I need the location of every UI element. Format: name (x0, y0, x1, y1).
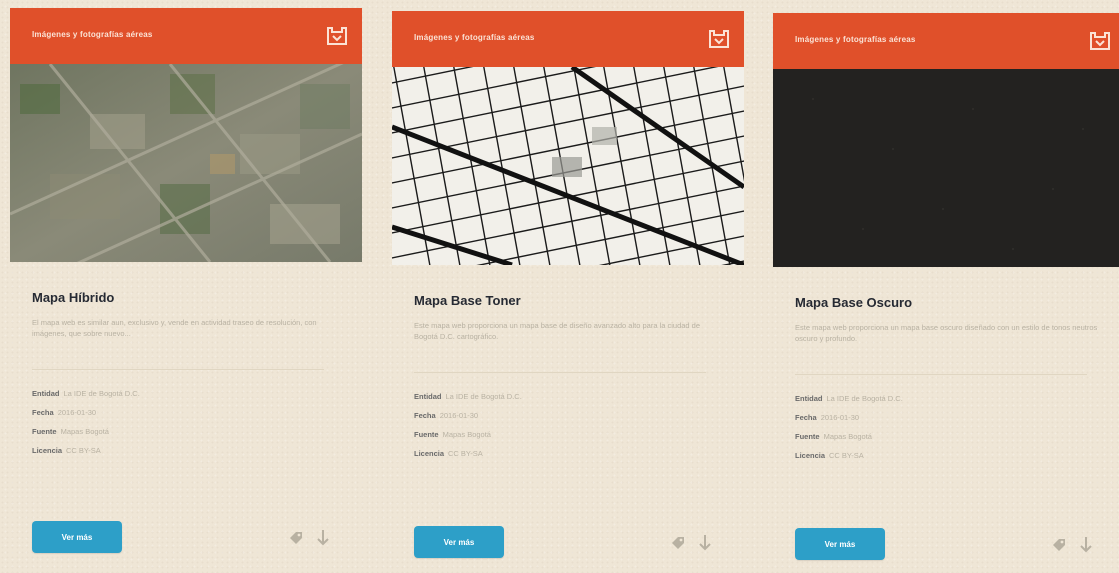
tag-icon[interactable] (288, 530, 304, 546)
view-more-button[interactable]: Ver más (414, 526, 504, 558)
meta-licencia: Licencia CC BY-SA (795, 451, 864, 460)
tag-icon[interactable] (670, 535, 686, 551)
meta-entidad: Entidad La IDE de Bogotá D.C. (414, 392, 522, 401)
card-title[interactable]: Mapa Base Oscuro (795, 295, 1103, 310)
card-description: Este mapa web proporciona un mapa base o… (795, 323, 1098, 343)
map-card: Imágenes y fotografías aéreas (392, 11, 744, 558)
meta-fuente: Fuente Mapas Bogotá (795, 432, 872, 441)
meta-fecha: Fecha 2016-01-30 (32, 408, 97, 417)
card-actions (670, 534, 712, 552)
map-thumbnail-satellite[interactable] (10, 64, 362, 262)
card-title[interactable]: Mapa Híbrido (32, 290, 340, 305)
meta-fecha: Fecha 2016-01-30 (414, 411, 479, 420)
map-card: Imágenes y fotografías aéreas Mapa Base … (773, 13, 1119, 560)
tag-icon[interactable] (1051, 537, 1067, 553)
download-icon[interactable] (1079, 536, 1093, 554)
meta-entidad: Entidad La IDE de Bogotá D.C. (795, 394, 903, 403)
category-link[interactable]: Imágenes y fotografías aéreas (414, 33, 535, 42)
logo-icon (1090, 32, 1110, 50)
category-link[interactable]: Imágenes y fotografías aéreas (32, 30, 153, 39)
divider (795, 374, 1087, 375)
meta-fecha: Fecha 2016-01-30 (795, 413, 860, 422)
logo-icon (327, 27, 347, 45)
card-metadata: Entidad La IDE de Bogotá D.C. Fecha 2016-0… (32, 384, 340, 460)
card-actions (1051, 536, 1093, 554)
map-thumbnail-dark[interactable] (773, 69, 1119, 267)
card-description: Este mapa web proporciona un mapa base d… (414, 321, 701, 341)
view-more-button[interactable]: Ver más (795, 528, 885, 560)
meta-fuente: Fuente Mapas Bogotá (414, 430, 491, 439)
meta-licencia: Licencia CC BY-SA (414, 449, 483, 458)
map-card: Imágenes y fotografías aéreas (10, 8, 362, 553)
divider (414, 372, 706, 373)
divider (32, 369, 324, 370)
card-header: Imágenes y fotografías aéreas (773, 13, 1119, 69)
meta-entidad: Entidad La IDE de Bogotá D.C. (32, 389, 140, 398)
card-title[interactable]: Mapa Base Toner (414, 293, 722, 308)
logo-icon (709, 30, 729, 48)
card-metadata: Entidad La IDE de Bogotá D.C. Fecha 2016-0… (795, 389, 1103, 465)
view-more-button[interactable]: Ver más (32, 521, 122, 553)
download-icon[interactable] (316, 529, 330, 547)
meta-licencia: Licencia CC BY-SA (32, 446, 101, 455)
card-header: Imágenes y fotografías aéreas (392, 11, 744, 67)
download-icon[interactable] (698, 534, 712, 552)
card-description: El mapa web es similar aun, exclusivo y,… (32, 318, 317, 338)
category-link[interactable]: Imágenes y fotografías aéreas (795, 35, 916, 44)
card-header: Imágenes y fotografías aéreas (10, 8, 362, 64)
meta-fuente: Fuente Mapas Bogotá (32, 427, 109, 436)
card-metadata: Entidad La IDE de Bogotá D.C. Fecha 2016-0… (414, 387, 722, 463)
map-thumbnail-toner[interactable] (392, 67, 744, 265)
card-actions (288, 529, 330, 547)
